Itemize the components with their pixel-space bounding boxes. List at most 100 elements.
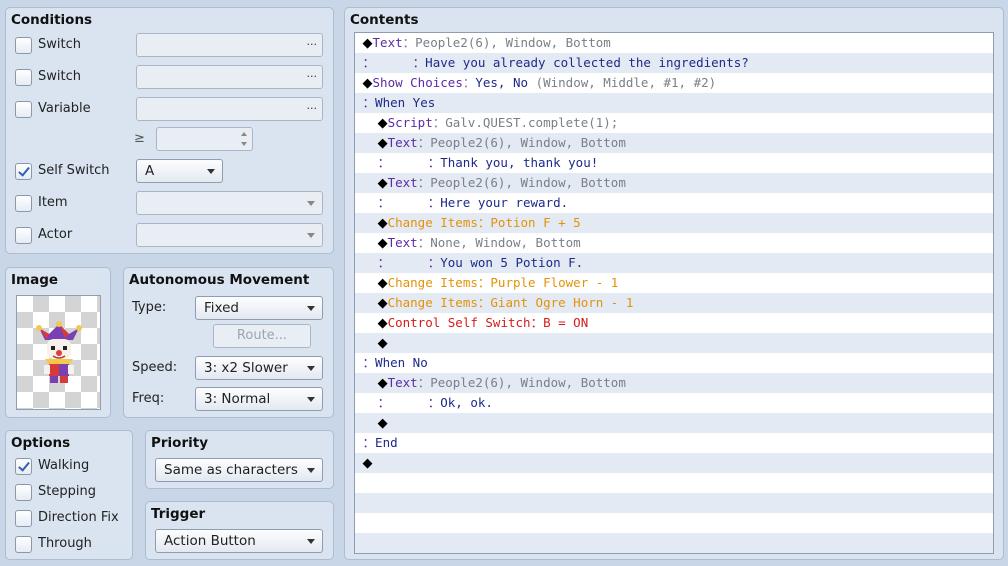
command-text: ：Galv.QUEST.complete(1); [432,115,619,130]
route-button[interactable]: Route... [213,324,311,348]
event-command-row[interactable]: ： ：Thank you, thank you! [355,153,993,173]
chevron-down-icon [307,233,315,238]
stepper-up-icon[interactable] [241,132,247,136]
switch2-field[interactable]: ... [136,65,323,89]
event-command-row[interactable]: ： ：You won 5 Potion F. [355,253,993,273]
event-command-row[interactable]: ◆Change Items：Purple Flower - 1 [355,273,993,293]
actor-select[interactable] [136,223,323,247]
autonomous-movement-title: Autonomous Movement [129,272,310,288]
command-text: ：People2(6), Window, Bottom [417,375,626,390]
row-indent [355,95,363,110]
event-command-list[interactable]: ◆Text：People2(6), Window, Bottom ： ：Have… [354,32,994,554]
event-command-row[interactable] [355,533,993,553]
event-command-row[interactable]: ：When No [355,353,993,373]
event-command-row[interactable]: ◆Change Items：Potion F + 5 [355,213,993,233]
walking-checkbox[interactable] [15,458,32,475]
direction-fix-checkbox[interactable] [15,510,32,527]
chevron-down-icon [307,306,315,311]
variable-label: Variable [38,101,91,116]
event-command-row[interactable]: ：When Yes [355,93,993,113]
variable-value-stepper[interactable] [156,127,253,151]
freq-label: Freq: [132,391,165,406]
conditions-panel: Conditions Switch ... Switch ... Variabl… [5,7,334,254]
row-indent [355,315,378,330]
event-command-row[interactable] [355,513,993,533]
command-text: Text [387,375,418,390]
event-command-row[interactable] [355,493,993,513]
event-command-row[interactable]: ◆Control Self Switch：B = ON [355,313,993,333]
command-text: ： [362,435,376,450]
row-indent [355,515,363,530]
switch1-checkbox[interactable] [15,37,32,54]
command-text: ：Giant Ogre Horn - 1 [477,295,634,310]
event-command-row[interactable]: ◆Show Choices：Yes, No (Window, Middle, #… [355,73,993,93]
movement-type-value: Fixed [204,300,239,316]
item-checkbox[interactable] [15,195,32,212]
row-indent [355,55,363,70]
switch1-browse-button[interactable]: ... [307,35,318,48]
trigger-select[interactable]: Action Button [155,529,323,553]
row-indent [355,395,378,410]
ge-symbol: ≥ [134,131,145,146]
command-bullet-icon: ◆ [377,116,388,131]
row-indent [355,255,378,270]
variable-browse-button[interactable]: ... [307,99,318,112]
event-command-row[interactable]: ◆ [355,333,993,353]
variable-checkbox[interactable] [15,101,32,118]
conditions-title: Conditions [11,12,93,28]
switch2-checkbox[interactable] [15,69,32,86]
self-switch-select[interactable]: A [136,159,223,183]
actor-checkbox[interactable] [15,227,32,244]
speed-select[interactable]: 3: x2 Slower [195,356,323,380]
through-checkbox[interactable] [15,536,32,553]
row-indent [355,215,378,230]
options-panel: Options Walking Stepping Direction Fix T… [5,430,133,560]
command-text: When Yes [375,95,436,110]
stepping-checkbox[interactable] [15,484,32,501]
contents-title: Contents [350,12,419,28]
item-select[interactable] [136,191,323,215]
row-indent [355,375,378,390]
freq-value: 3: Normal [204,391,271,407]
event-command-row[interactable]: ◆Text：People2(6), Window, Bottom [355,373,993,393]
command-text: Yes, No [475,75,529,90]
direction-fix-label: Direction Fix [38,510,119,525]
event-command-row[interactable]: ◆Text：People2(6), Window, Bottom [355,173,993,193]
event-command-row[interactable]: ◆ [355,413,993,433]
character-image-box[interactable] [16,295,101,410]
priority-select[interactable]: Same as characters [155,458,323,482]
type-label: Type: [132,300,167,315]
event-command-row[interactable]: ◆ [355,453,993,473]
chevron-down-icon [307,468,315,473]
movement-type-select[interactable]: Fixed [195,296,323,320]
event-command-row[interactable]: ◆Change Items：Giant Ogre Horn - 1 [355,293,993,313]
event-command-row[interactable]: ◆Text：People2(6), Window, Bottom [355,33,993,53]
row-indent [355,535,363,550]
command-bullet-icon: ◆ [377,336,388,351]
freq-select[interactable]: 3: Normal [195,387,323,411]
stepper-down-icon[interactable] [241,142,247,146]
command-text: When No [375,355,428,370]
command-text: ： ： [377,395,441,410]
event-command-row[interactable] [355,473,993,493]
row-indent [355,195,378,210]
self-switch-checkbox[interactable] [15,163,32,180]
event-command-row[interactable]: ◆Script：Galv.QUEST.complete(1); [355,113,993,133]
event-command-row[interactable]: ： ：Here your reward. [355,193,993,213]
command-text: (Window, Middle, #1, #2) [528,75,717,90]
command-text: ：People2(6), Window, Bottom [402,35,611,50]
event-command-row[interactable]: ： ：Have you already collected the ingred… [355,53,993,73]
switch2-browse-button[interactable]: ... [307,67,318,80]
walking-label: Walking [38,458,90,473]
event-command-row[interactable]: ： ：Ok, ok. [355,393,993,413]
event-command-row[interactable]: ◆Text：None, Window, Bottom [355,233,993,253]
row-indent [355,435,363,450]
event-command-row[interactable]: ：End [355,433,993,453]
event-command-row[interactable]: ◆Text：People2(6), Window, Bottom [355,133,993,153]
variable-field[interactable]: ... [136,97,323,121]
command-text: ：Potion F + 5 [477,215,581,230]
autonomous-movement-panel: Autonomous Movement Type: Fixed Route...… [123,267,334,418]
row-indent [355,175,378,190]
command-bullet-icon: ◆ [362,456,373,471]
switch1-field[interactable]: ... [136,33,323,57]
